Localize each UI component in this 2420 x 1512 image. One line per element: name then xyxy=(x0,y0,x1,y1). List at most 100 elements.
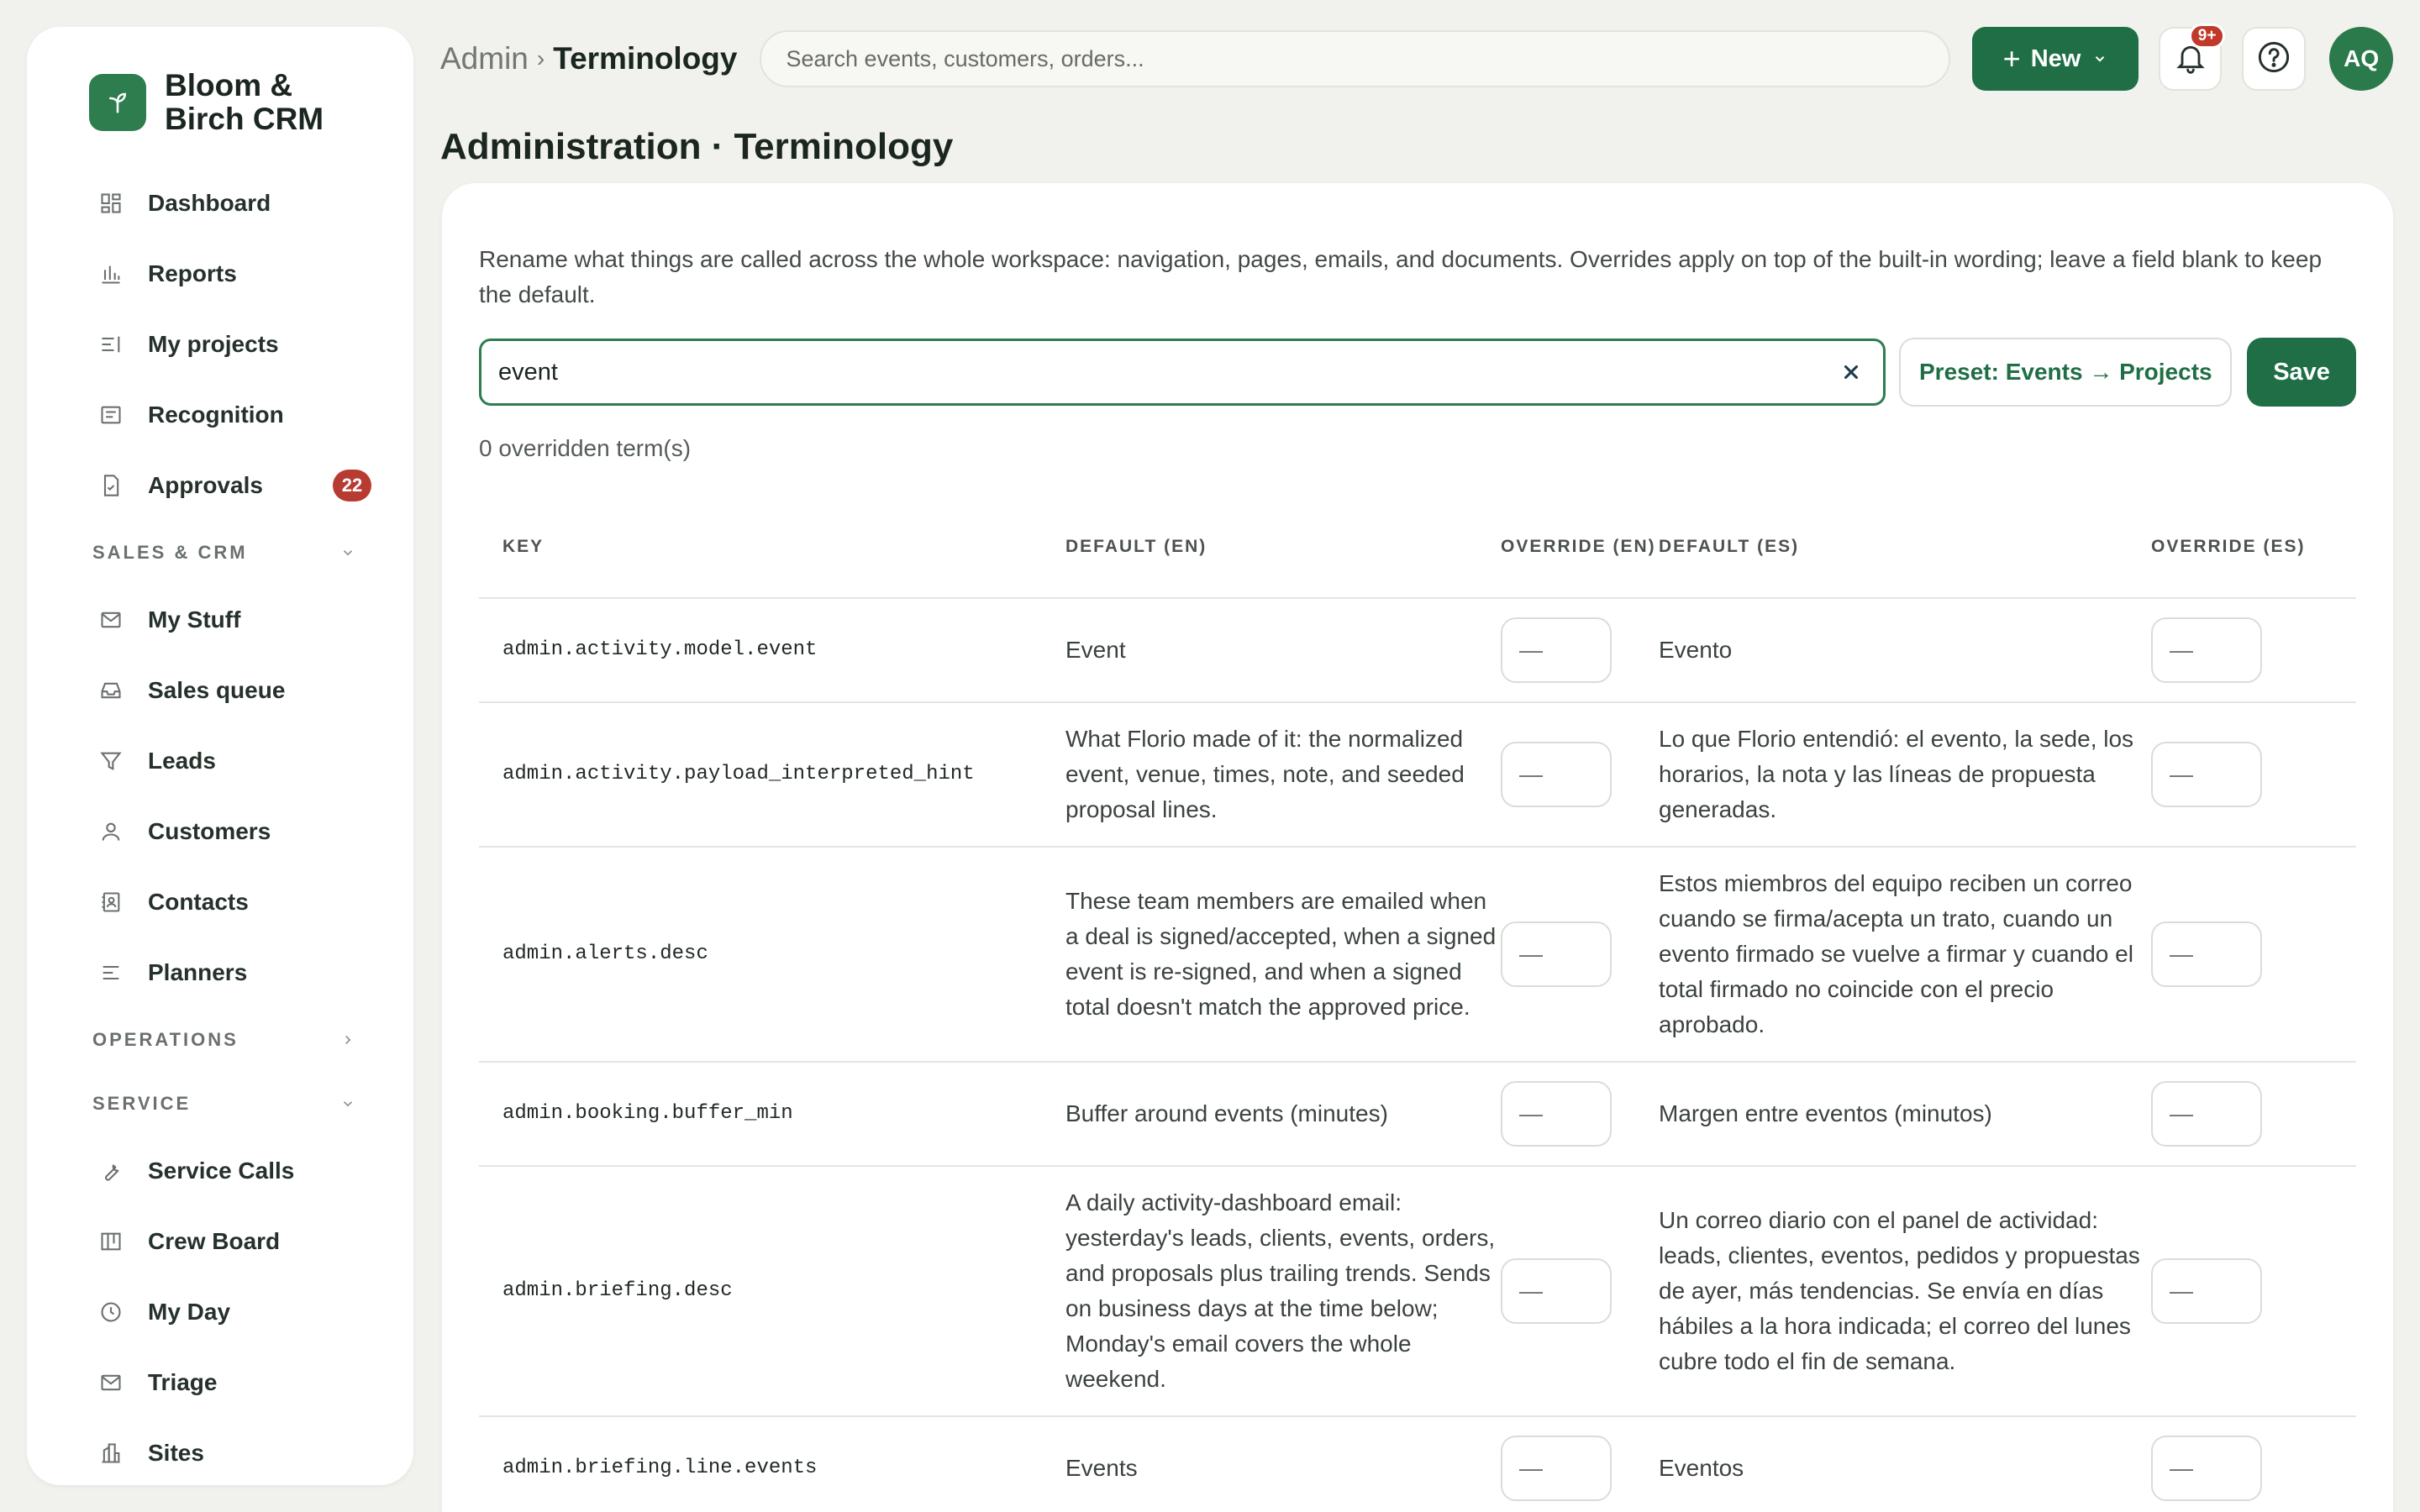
column-header-default-en: DEFAULT (EN) xyxy=(1065,496,1501,599)
override-en-cell: — xyxy=(1501,1166,1659,1417)
override-es-input[interactable]: — xyxy=(2151,1258,2262,1324)
override-en-cell: — xyxy=(1501,847,1659,1063)
sidebar-item-reports[interactable]: Reports xyxy=(64,239,376,309)
sidebar-item-approvals[interactable]: Approvals 22 xyxy=(64,450,376,521)
sidebar-item-label: My Stuff xyxy=(148,606,241,633)
sidebar-item-label: Recognition xyxy=(148,402,284,428)
user-avatar[interactable]: AQ xyxy=(2329,27,2394,91)
table-row: admin.activity.model.event Event — Event… xyxy=(479,598,2356,703)
breadcrumb-current: Terminology xyxy=(553,41,738,76)
user-icon xyxy=(97,818,124,845)
override-es-input[interactable]: — xyxy=(2151,1081,2262,1147)
clock-icon xyxy=(97,1299,124,1326)
sidebar-item-label: Customers xyxy=(148,818,271,844)
sidebar-item-triage[interactable]: Triage xyxy=(64,1347,376,1418)
default-es: Estos miembros del equipo reciben un cor… xyxy=(1659,847,2151,1063)
sidebar-item-dashboard[interactable]: Dashboard xyxy=(64,168,376,239)
preset-events-projects-button[interactable]: Preset: Events → Projects xyxy=(1899,338,2233,407)
override-es-cell: — xyxy=(2151,1416,2356,1512)
notifications-button[interactable]: 9+ xyxy=(2158,24,2226,91)
table-row: admin.briefing.line.events Events — Even… xyxy=(479,1416,2356,1512)
override-es-input[interactable]: — xyxy=(2151,1436,2262,1501)
override-en-cell: — xyxy=(1501,1416,1659,1512)
default-es: Margen entre eventos (minutos) xyxy=(1659,1062,2151,1167)
card-icon xyxy=(97,402,124,428)
sidebar-item-sites[interactable]: Sites xyxy=(64,1418,376,1485)
table-row: admin.alerts.desc These team members are… xyxy=(479,847,2356,1063)
section-operations[interactable]: OPERATIONS xyxy=(64,1008,376,1072)
default-en: Event xyxy=(1065,598,1501,703)
override-es-input[interactable]: — xyxy=(2151,742,2262,807)
section-label: SALES & CRM xyxy=(92,542,248,563)
sidebar-item-leads[interactable]: Leads xyxy=(64,726,376,796)
sidebar-item-label: My Day xyxy=(148,1299,231,1325)
override-en-input[interactable]: — xyxy=(1501,1436,1612,1501)
sidebar-item-customers[interactable]: Customers xyxy=(64,796,376,867)
search-input[interactable] xyxy=(786,45,1924,72)
override-en-input[interactable]: — xyxy=(1501,617,1612,683)
override-es-input[interactable]: — xyxy=(2151,617,2262,683)
sidebar-item-my-day[interactable]: My Day xyxy=(64,1277,376,1347)
default-en: What Florio made of it: the normalized e… xyxy=(1065,702,1501,848)
override-en-cell: — xyxy=(1501,598,1659,703)
override-en-input[interactable]: — xyxy=(1501,1081,1612,1147)
toolbar: Preset: Events → Projects Save xyxy=(479,338,2356,407)
sidebar-item-service-calls[interactable]: Service Calls xyxy=(64,1136,376,1206)
column-header-override-es: OVERRIDE (ES) xyxy=(2151,496,2356,599)
section-sales-crm[interactable]: SALES & CRM xyxy=(64,521,376,585)
term-filter[interactable] xyxy=(479,339,1886,406)
table-row: admin.booking.buffer_min Buffer around e… xyxy=(479,1062,2356,1167)
mail-icon xyxy=(97,1369,124,1396)
section-service[interactable]: SERVICE xyxy=(64,1072,376,1136)
page-description: Rename what things are called across the… xyxy=(479,246,2323,307)
sidebar-item-sales-queue[interactable]: Sales queue xyxy=(64,655,376,726)
sidebar-item-label: Planners xyxy=(148,959,248,985)
notification-count-badge: 9+ xyxy=(2188,24,2226,49)
override-en-cell: — xyxy=(1501,702,1659,848)
wrench-icon xyxy=(97,1158,124,1184)
sidebar-item-label: Service Calls xyxy=(148,1158,295,1184)
override-en-input[interactable]: — xyxy=(1501,1258,1612,1324)
term-key: admin.activity.payload_interpreted_hint xyxy=(479,702,1065,848)
override-es-cell: — xyxy=(2151,1062,2356,1167)
clear-icon[interactable] xyxy=(1836,357,1866,387)
sidebar-item-recognition[interactable]: Recognition xyxy=(64,380,376,450)
table-row: admin.activity.payload_interpreted_hint … xyxy=(479,702,2356,848)
sidebar-item-contacts[interactable]: Contacts xyxy=(64,867,376,937)
default-es: Lo que Florio entendió: el evento, la se… xyxy=(1659,702,2151,848)
terminology-table: KEY DEFAULT (EN) OVERRIDE (EN) DEFAULT (… xyxy=(479,496,2356,1512)
document-check-icon xyxy=(97,472,124,499)
filter-input[interactable] xyxy=(498,358,1837,386)
new-button[interactable]: + New xyxy=(1972,27,2139,91)
brand[interactable]: Bloom & Birch CRM xyxy=(89,69,376,136)
column-header-override-en: OVERRIDE (EN) xyxy=(1501,496,1659,599)
sidebar-item-my-projects[interactable]: My projects xyxy=(64,309,376,380)
mail-icon xyxy=(97,606,124,633)
chevron-down-icon xyxy=(2092,51,2107,66)
breadcrumb-admin-link[interactable]: Admin xyxy=(440,41,529,76)
sidebar-item-label: Reports xyxy=(148,260,237,286)
section-label: OPERATIONS xyxy=(92,1029,239,1050)
table-header-row: KEY DEFAULT (EN) OVERRIDE (EN) DEFAULT (… xyxy=(479,496,2356,599)
override-es-cell: — xyxy=(2151,1166,2356,1417)
filter-icon xyxy=(97,748,124,774)
override-es-input[interactable]: — xyxy=(2151,921,2262,987)
breadcrumb-separator: › xyxy=(536,45,545,71)
default-en: These team members are emailed when a de… xyxy=(1065,847,1501,1063)
override-en-input[interactable]: — xyxy=(1501,921,1612,987)
override-es-cell: — xyxy=(2151,702,2356,848)
column-header-key: KEY xyxy=(479,496,1065,599)
sidebar-item-label: Sites xyxy=(148,1440,204,1466)
sidebar-item-planners[interactable]: Planners xyxy=(64,937,376,1008)
sidebar-item-my-stuff[interactable]: My Stuff xyxy=(64,585,376,655)
help-button[interactable] xyxy=(2242,27,2307,91)
override-en-input[interactable]: — xyxy=(1501,742,1612,807)
inbox-icon xyxy=(97,677,124,704)
default-en: Buffer around events (minutes) xyxy=(1065,1062,1501,1167)
sidebar-item-crew-board[interactable]: Crew Board xyxy=(64,1206,376,1277)
sidebar: Bloom & Birch CRM Dashboard Reports My p… xyxy=(27,27,413,1485)
table-row: admin.briefing.desc A daily activity-das… xyxy=(479,1166,2356,1417)
contact-book-icon xyxy=(97,889,124,916)
global-search[interactable] xyxy=(759,30,1951,87)
save-button[interactable]: Save xyxy=(2247,338,2356,407)
